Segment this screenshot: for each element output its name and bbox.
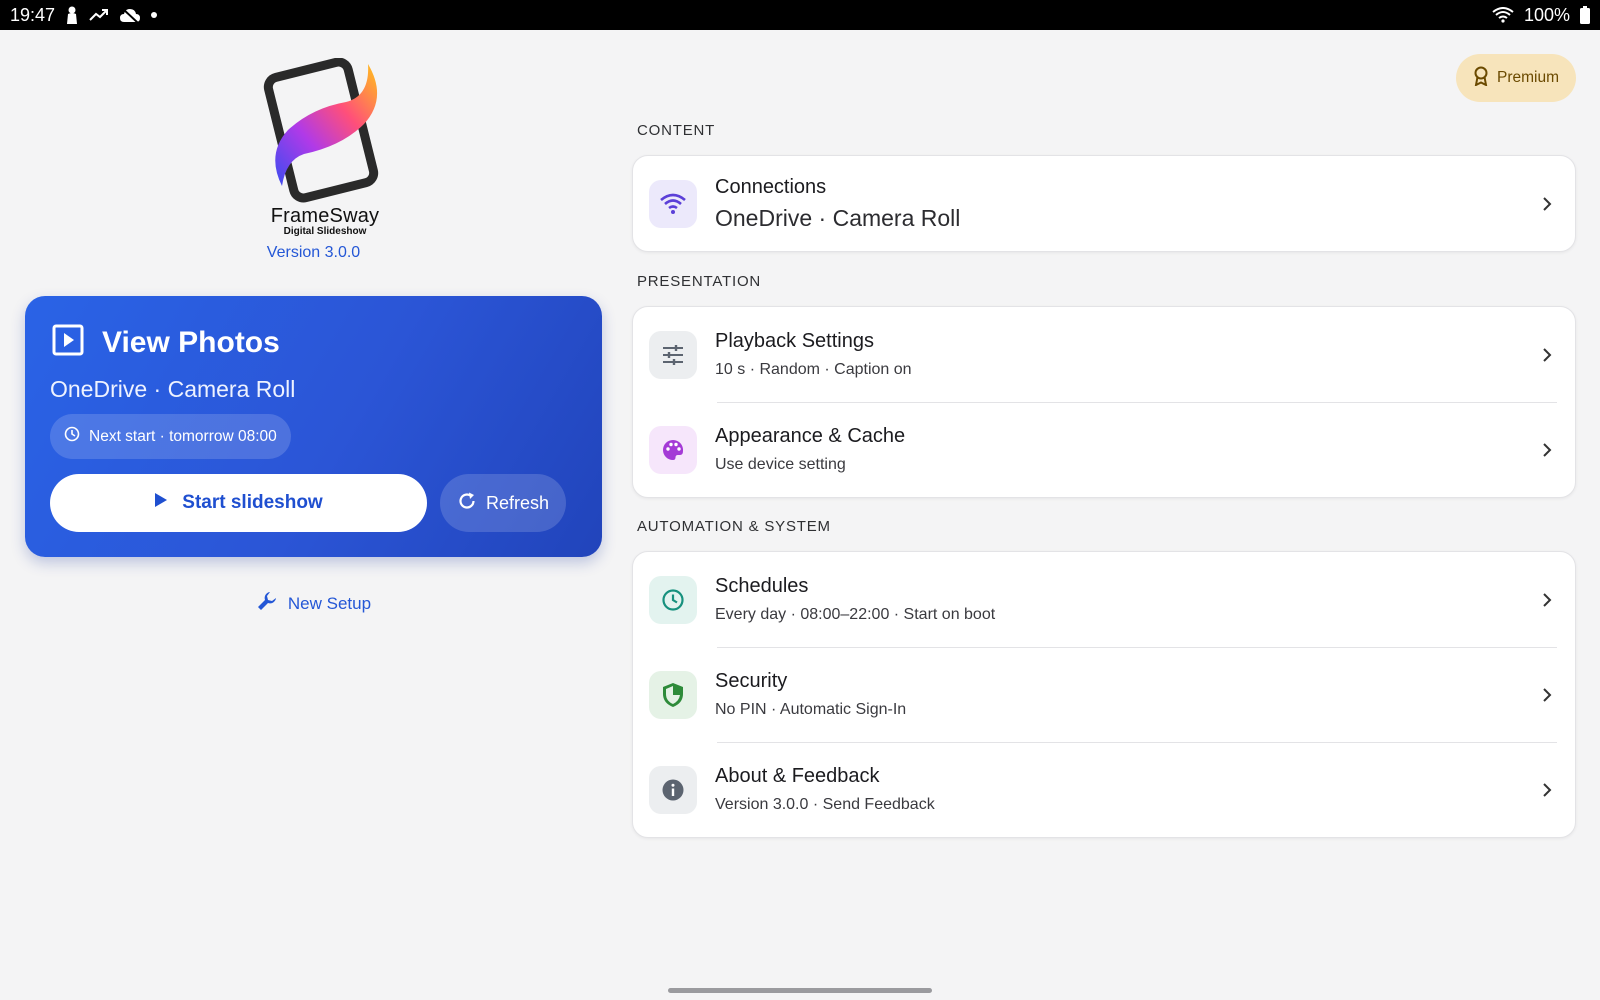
- about-feedback-title: About & Feedback: [715, 765, 880, 787]
- content-card: Connections OneDrive · Camera Roll: [632, 155, 1576, 252]
- battery-icon: [1580, 6, 1590, 24]
- chevron-right-icon: [1535, 343, 1559, 367]
- hero-title-row: View Photos: [52, 324, 280, 361]
- premium-label: Premium: [1496, 69, 1559, 86]
- shield-icon: [649, 670, 697, 719]
- status-bar: 19:47 100%: [0, 0, 1600, 30]
- schedules-title: Schedules: [715, 575, 809, 597]
- playback-settings-item[interactable]: Playback Settings 10 s · Random · Captio…: [633, 307, 1575, 402]
- about-feedback-item[interactable]: About & Feedback Version 3.0.0 · Send Fe…: [633, 742, 1575, 837]
- schedules-item[interactable]: Schedules Every day · 08:00–22:00 · Star…: [633, 552, 1575, 647]
- section-presentation-label: PRESENTATION: [637, 273, 762, 290]
- section-automation-label: AUTOMATION & SYSTEM: [637, 518, 831, 535]
- security-item[interactable]: Security No PIN · Automatic Sign-In: [633, 647, 1575, 742]
- cloud-off-icon: [119, 7, 141, 23]
- schedules-text: Schedules Every day · 08:00–22:00 · Star…: [715, 575, 1535, 624]
- status-time: 19:47: [10, 4, 56, 25]
- about-feedback-subtitle: Version 3.0.0 · Send Feedback: [715, 796, 935, 813]
- next-start-badge: Next start · tomorrow 08:00: [50, 414, 291, 459]
- playback-settings-subtitle: 10 s · Random · Caption on: [715, 361, 912, 378]
- new-setup-label: New Setup: [287, 593, 372, 613]
- presentation-card: Playback Settings 10 s · Random · Captio…: [632, 306, 1576, 498]
- appearance-cache-title: Appearance & Cache: [715, 425, 906, 447]
- wifi-icon: [649, 179, 697, 228]
- clock-icon: [64, 426, 80, 447]
- appearance-cache-text: Appearance & Cache Use device setting: [715, 425, 1535, 474]
- connections-item[interactable]: Connections OneDrive · Camera Roll: [633, 156, 1575, 251]
- next-start-text: Next start · tomorrow 08:00: [89, 427, 277, 445]
- chevron-right-icon: [1535, 438, 1559, 462]
- automation-card: Schedules Every day · 08:00–22:00 · Star…: [632, 551, 1576, 838]
- connections-subtitle: OneDrive · Camera Roll: [715, 204, 961, 231]
- slideshow-play-icon: [52, 324, 84, 361]
- trending-icon: [89, 8, 109, 22]
- security-text: Security No PIN · Automatic Sign-In: [715, 670, 1535, 719]
- wifi-icon: [1492, 7, 1514, 23]
- notification-dot-icon: [151, 12, 158, 18]
- hero-source: OneDrive · Camera Roll: [50, 376, 296, 402]
- security-title: Security: [715, 670, 788, 692]
- playback-settings-text: Playback Settings 10 s · Random · Captio…: [715, 330, 1535, 379]
- schedule-clock-icon: [649, 575, 697, 624]
- app-logo: FrameSway Digital Slideshow: [245, 57, 405, 237]
- connections-text: Connections OneDrive · Camera Roll: [715, 176, 1535, 232]
- info-icon: [649, 765, 697, 814]
- about-feedback-text: About & Feedback Version 3.0.0 · Send Fe…: [715, 765, 1535, 814]
- award-icon: [1473, 66, 1489, 91]
- brand-tagline: Digital Slideshow: [283, 226, 367, 237]
- security-subtitle: No PIN · Automatic Sign-In: [715, 701, 907, 718]
- chevron-right-icon: [1535, 192, 1559, 216]
- appearance-cache-subtitle: Use device setting: [715, 456, 846, 473]
- section-content-label: CONTENT: [637, 122, 716, 139]
- refresh-icon: [457, 491, 477, 516]
- battery-percent: 100%: [1523, 4, 1570, 25]
- framesway-logo-icon: [263, 57, 379, 203]
- start-slideshow-label: Start slideshow: [182, 492, 323, 513]
- wrench-icon: [256, 590, 278, 617]
- new-setup-button[interactable]: New Setup: [25, 590, 602, 617]
- sliders-icon: [649, 330, 697, 379]
- connections-title: Connections: [715, 175, 827, 198]
- gesture-home-bar[interactable]: [668, 988, 932, 993]
- chevron-right-icon: [1535, 778, 1559, 802]
- playback-settings-title: Playback Settings: [715, 330, 874, 352]
- person-icon: [65, 6, 79, 24]
- chevron-right-icon: [1535, 683, 1559, 707]
- play-icon: [154, 492, 168, 514]
- hero-title: View Photos: [102, 325, 280, 359]
- app-version: Version 3.0.0: [266, 244, 361, 261]
- schedules-subtitle: Every day · 08:00–22:00 · Start on boot: [715, 606, 996, 623]
- appearance-cache-item[interactable]: Appearance & Cache Use device setting: [633, 402, 1575, 497]
- chevron-right-icon: [1535, 588, 1559, 612]
- premium-button[interactable]: Premium: [1456, 54, 1576, 102]
- palette-icon: [649, 425, 697, 474]
- view-photos-card: View Photos OneDrive · Camera Roll Next …: [25, 296, 602, 557]
- brand-name: FrameSway: [270, 205, 380, 227]
- start-slideshow-button[interactable]: Start slideshow: [50, 474, 427, 532]
- refresh-button[interactable]: Refresh: [440, 474, 566, 532]
- refresh-label: Refresh: [485, 492, 550, 513]
